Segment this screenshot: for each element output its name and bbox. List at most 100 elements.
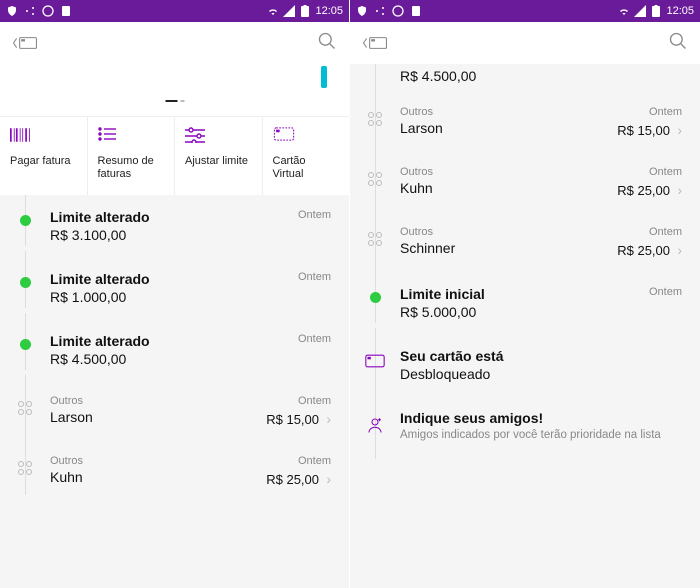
back-button[interactable] [362,34,388,52]
category-icon [368,232,382,246]
action-pay-bill[interactable]: Pagar fatura [0,117,88,195]
shield-icon [6,5,18,17]
circle-icon [392,5,404,17]
item-category: Outros [50,455,266,467]
feed-item-transaction[interactable]: Outros Kuhn Ontem R$ 25,00› [350,152,700,212]
feed-item-limit[interactable]: Limite alterado R$ 1.000,00 Ontem [0,257,349,319]
signal-icon [634,5,646,17]
page-indicator [165,100,184,102]
category-icon [368,112,382,126]
dot-icon [20,339,31,350]
feed-item-limit[interactable]: Limite inicial R$ 5.000,00 Ontem [350,272,700,334]
status-time: 12:05 [315,5,343,17]
feed-item-transaction[interactable]: Outros Larson Ontem R$ 15,00› [0,381,349,441]
item-time: Ontem [649,226,682,238]
shield-icon [356,5,368,17]
category-icon [368,172,382,186]
feed-item-limit[interactable]: Limite alterado R$ 3.100,00 Ontem [0,195,349,257]
feed-item-refer[interactable]: Indique seus amigos! Amigos indicados po… [350,396,700,457]
item-amount: R$ 4.500,00 [50,351,298,367]
item-merchant: Kuhn [400,180,617,196]
activity-feed[interactable]: Limite alterado R$ 3.100,00 Ontem Limite… [0,195,349,588]
dot-icon [20,215,31,226]
item-category: Outros [50,395,266,407]
item-time: Ontem [649,286,682,298]
item-sub: Desbloqueado [400,366,682,382]
chevron-right-icon: › [672,122,682,138]
action-summary[interactable]: Resumo de faturas [88,117,176,195]
sliders-icon [185,127,252,145]
feed-item-limit[interactable]: Limite alterado R$ 4.500,00 Ontem [0,319,349,381]
item-merchant: Larson [50,409,266,425]
card-icon [273,127,340,145]
action-adjust-limit[interactable]: Ajustar limite [175,117,263,195]
chevron-right-icon: › [321,471,331,487]
item-title: Limite alterado [50,209,298,225]
limit-indicator-icon [321,66,327,88]
item-merchant: Larson [400,120,617,136]
action-virtual-card[interactable]: Cartão Virtual [263,117,350,195]
action-label: Cartão Virtual [273,155,340,181]
sim-icon [410,5,422,17]
status-bar: 12:05 [350,0,700,22]
item-amount: R$ 3.100,00 [50,227,298,243]
status-time: 12:05 [666,5,694,17]
item-amount: R$ 15,00 [617,123,670,138]
item-time: Ontem [298,455,331,467]
item-title: Seu cartão está [400,348,682,364]
dot-icon [370,292,381,303]
item-time: Ontem [298,395,331,407]
barcode-icon [10,127,77,145]
card-icon [365,354,385,373]
chevron-right-icon: › [672,242,682,258]
feed-item-transaction[interactable]: Outros Larson Ontem R$ 15,00› [350,92,700,152]
action-label: Resumo de faturas [98,155,165,181]
item-category: Outros [400,106,617,118]
feed-item-transaction[interactable]: Outros Schinner Ontem R$ 25,00› [350,212,700,272]
app-bar [0,22,349,64]
person-add-icon [366,416,384,439]
item-amount: R$ 25,00 [266,472,319,487]
item-merchant: Schinner [400,240,617,256]
signal-icon [283,5,295,17]
card-summary[interactable] [0,64,349,116]
search-button[interactable] [668,31,688,56]
item-amount: R$ 25,00 [617,183,670,198]
share-icon [24,5,36,17]
circle-icon [42,5,54,17]
item-amount: R$ 4.500,00 [400,68,700,84]
item-amount: R$ 25,00 [617,243,670,258]
item-merchant: Kuhn [50,469,266,485]
action-label: Ajustar limite [185,155,252,168]
chevron-right-icon: › [672,182,682,198]
item-time: Ontem [649,166,682,178]
item-time: Ontem [649,106,682,118]
item-time: Ontem [298,209,331,221]
search-button[interactable] [317,31,337,56]
item-amount: R$ 5.000,00 [400,304,649,320]
item-amount: R$ 1.000,00 [50,289,298,305]
battery-icon [650,5,662,17]
screen-left: 12:05 Pagar fatura Resumo de faturas [0,0,350,588]
item-category: Outros [400,166,617,178]
item-title: Limite alterado [50,271,298,287]
status-bar: 12:05 [0,0,349,22]
feed-item-card-status[interactable]: Seu cartão está Desbloqueado [350,334,700,396]
activity-feed[interactable]: R$ 4.500,00 Outros Larson Ontem R$ 15,00… [350,64,700,588]
item-title: Indique seus amigos! [400,410,682,426]
share-icon [374,5,386,17]
chevron-right-icon: › [321,411,331,427]
back-button[interactable] [12,34,38,52]
item-amount: R$ 15,00 [266,412,319,427]
dot-icon [20,277,31,288]
screen-right: 12:05 R$ 4.500,00 Outros Larson [350,0,700,588]
battery-icon [299,5,311,17]
feed-item-transaction[interactable]: Outros Kuhn Ontem R$ 25,00› [0,441,349,501]
wifi-icon [267,5,279,17]
action-label: Pagar fatura [10,155,77,168]
quick-actions: Pagar fatura Resumo de faturas Ajustar l… [0,116,349,195]
app-bar [350,22,700,64]
item-title: Limite alterado [50,333,298,349]
category-icon [18,401,32,415]
sim-icon [60,5,72,17]
